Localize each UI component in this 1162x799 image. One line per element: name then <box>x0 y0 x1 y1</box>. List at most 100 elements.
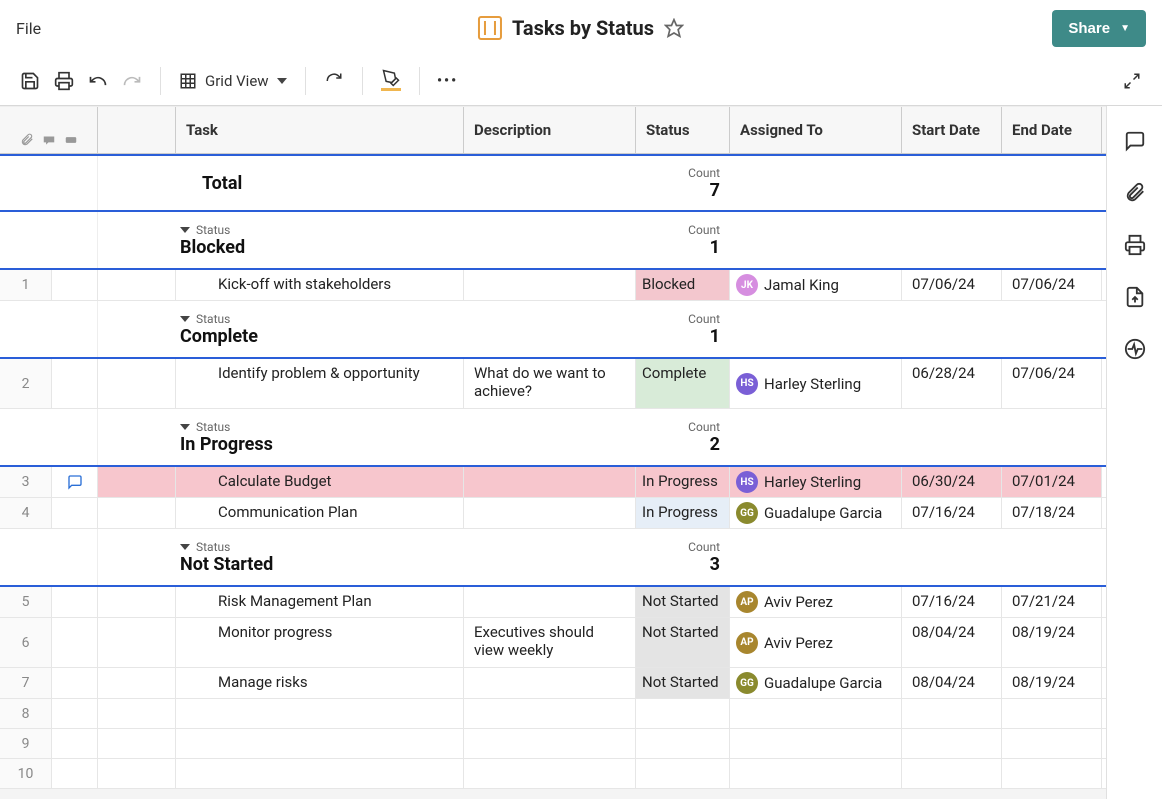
cell-status[interactable]: Not Started <box>636 668 730 698</box>
cell-end-date[interactable]: 07/06/24 <box>1002 359 1102 408</box>
cell-start-date[interactable]: 07/06/24 <box>902 270 1002 300</box>
chevron-down-icon[interactable] <box>180 544 190 550</box>
row-index[interactable]: 3 <box>0 467 52 497</box>
cell-description[interactable] <box>464 498 636 528</box>
table-row[interactable]: 2 Identify problem & opportunity What do… <box>0 359 1106 409</box>
row-index[interactable]: 7 <box>0 668 52 698</box>
row-gutter[interactable] <box>52 729 98 758</box>
column-header-description[interactable]: Description <box>464 107 636 153</box>
column-header-start-date[interactable]: Start Date <box>902 107 1002 153</box>
cell-task[interactable] <box>176 759 464 788</box>
group-header-row[interactable]: Status In Progress Count 2 <box>0 409 1106 467</box>
chevron-down-icon[interactable] <box>180 424 190 430</box>
chevron-down-icon[interactable] <box>180 227 190 233</box>
cell-end-date[interactable]: 08/19/24 <box>1002 668 1102 698</box>
row-gutter[interactable] <box>52 759 98 788</box>
table-row[interactable]: 9 <box>0 729 1106 759</box>
cell-status[interactable]: Blocked <box>636 270 730 300</box>
chevron-down-icon[interactable] <box>180 316 190 322</box>
cell-description[interactable] <box>464 759 636 788</box>
row-index[interactable]: 4 <box>0 498 52 528</box>
cell-start-date[interactable] <box>902 759 1002 788</box>
cell-end-date[interactable] <box>1002 759 1102 788</box>
table-row[interactable]: 3 Calculate Budget In Progress HS Harley… <box>0 467 1106 498</box>
cell-task[interactable]: Calculate Budget <box>176 467 464 497</box>
conversations-icon[interactable] <box>1124 130 1146 152</box>
cell-end-date[interactable]: 08/19/24 <box>1002 618 1102 667</box>
cell-status[interactable] <box>636 729 730 758</box>
row-index[interactable]: 6 <box>0 618 52 667</box>
column-header-assigned-to[interactable]: Assigned To <box>730 107 902 153</box>
row-gutter[interactable] <box>52 618 98 667</box>
row-index[interactable]: 2 <box>0 359 52 408</box>
cell-task[interactable]: Monitor progress <box>176 618 464 667</box>
highlight-icon[interactable] <box>381 71 401 91</box>
comment-indicator-icon[interactable] <box>67 474 83 490</box>
table-row[interactable]: 10 <box>0 759 1106 789</box>
table-row[interactable]: 7 Manage risks Not Started GG Guadalupe … <box>0 668 1106 699</box>
row-index[interactable]: 10 <box>0 759 52 788</box>
file-menu[interactable]: File <box>16 19 41 38</box>
cell-description[interactable] <box>464 467 636 497</box>
expand-icon[interactable] <box>1122 71 1142 91</box>
cell-task[interactable] <box>176 729 464 758</box>
save-icon[interactable] <box>20 71 40 91</box>
cell-start-date[interactable]: 06/28/24 <box>902 359 1002 408</box>
column-header-status[interactable]: Status <box>636 107 730 153</box>
attachments-icon[interactable] <box>1124 182 1146 204</box>
cell-end-date[interactable]: 07/06/24 <box>1002 270 1102 300</box>
undo-icon[interactable] <box>88 71 108 91</box>
cell-task[interactable]: Communication Plan <box>176 498 464 528</box>
cell-description[interactable]: What do we want to achieve? <box>464 359 636 408</box>
cell-status[interactable] <box>636 759 730 788</box>
cell-assigned-to[interactable]: AP Aviv Perez <box>730 618 902 667</box>
cell-status[interactable]: In Progress <box>636 467 730 497</box>
cell-task[interactable] <box>176 699 464 728</box>
cell-end-date[interactable] <box>1002 729 1102 758</box>
table-row[interactable]: 4 Communication Plan In Progress GG Guad… <box>0 498 1106 529</box>
refresh-icon[interactable] <box>324 71 344 91</box>
cell-assigned-to[interactable]: HS Harley Sterling <box>730 359 902 408</box>
view-selector[interactable]: Grid View <box>179 72 287 90</box>
cell-end-date[interactable]: 07/21/24 <box>1002 587 1102 617</box>
table-row[interactable]: 8 <box>0 699 1106 729</box>
group-header-row[interactable]: Status Complete Count 1 <box>0 301 1106 359</box>
cell-status[interactable]: In Progress <box>636 498 730 528</box>
row-gutter[interactable] <box>52 359 98 408</box>
table-row[interactable]: 5 Risk Management Plan Not Started AP Av… <box>0 587 1106 618</box>
group-header-row[interactable]: Status Blocked Count 1 <box>0 212 1106 270</box>
cell-assigned-to[interactable]: GG Guadalupe Garcia <box>730 498 902 528</box>
cell-end-date[interactable] <box>1002 699 1102 728</box>
cell-description[interactable] <box>464 699 636 728</box>
cell-start-date[interactable]: 07/16/24 <box>902 587 1002 617</box>
share-button[interactable]: Share ▼ <box>1052 10 1146 47</box>
cell-start-date[interactable]: 06/30/24 <box>902 467 1002 497</box>
row-gutter[interactable] <box>52 467 98 497</box>
table-row[interactable]: 1 Kick-off with stakeholders Blocked JK … <box>0 270 1106 301</box>
cell-end-date[interactable]: 07/18/24 <box>1002 498 1102 528</box>
row-gutter[interactable] <box>52 270 98 300</box>
group-header-row[interactable]: Status Not Started Count 3 <box>0 529 1106 587</box>
cell-description[interactable] <box>464 668 636 698</box>
sheet[interactable]: Task Description Status Assigned To Star… <box>0 106 1106 799</box>
cell-status[interactable]: Not Started <box>636 587 730 617</box>
row-gutter[interactable] <box>52 587 98 617</box>
cell-start-date[interactable] <box>902 699 1002 728</box>
cell-assigned-to[interactable]: AP Aviv Perez <box>730 587 902 617</box>
row-index[interactable]: 9 <box>0 729 52 758</box>
column-header-task[interactable]: Task <box>176 107 464 153</box>
cell-start-date[interactable] <box>902 729 1002 758</box>
row-gutter[interactable] <box>52 699 98 728</box>
cell-task[interactable]: Kick-off with stakeholders <box>176 270 464 300</box>
publish-icon[interactable] <box>1124 286 1146 308</box>
cell-task[interactable]: Identify problem & opportunity <box>176 359 464 408</box>
cell-start-date[interactable]: 08/04/24 <box>902 668 1002 698</box>
cell-description[interactable] <box>464 729 636 758</box>
cell-task[interactable]: Manage risks <box>176 668 464 698</box>
row-gutter[interactable] <box>52 498 98 528</box>
cell-assigned-to[interactable] <box>730 699 902 728</box>
cell-status[interactable] <box>636 699 730 728</box>
more-icon[interactable]: ••• <box>438 71 458 91</box>
cell-assigned-to[interactable]: HS Harley Sterling <box>730 467 902 497</box>
cell-assigned-to[interactable]: JK Jamal King <box>730 270 902 300</box>
